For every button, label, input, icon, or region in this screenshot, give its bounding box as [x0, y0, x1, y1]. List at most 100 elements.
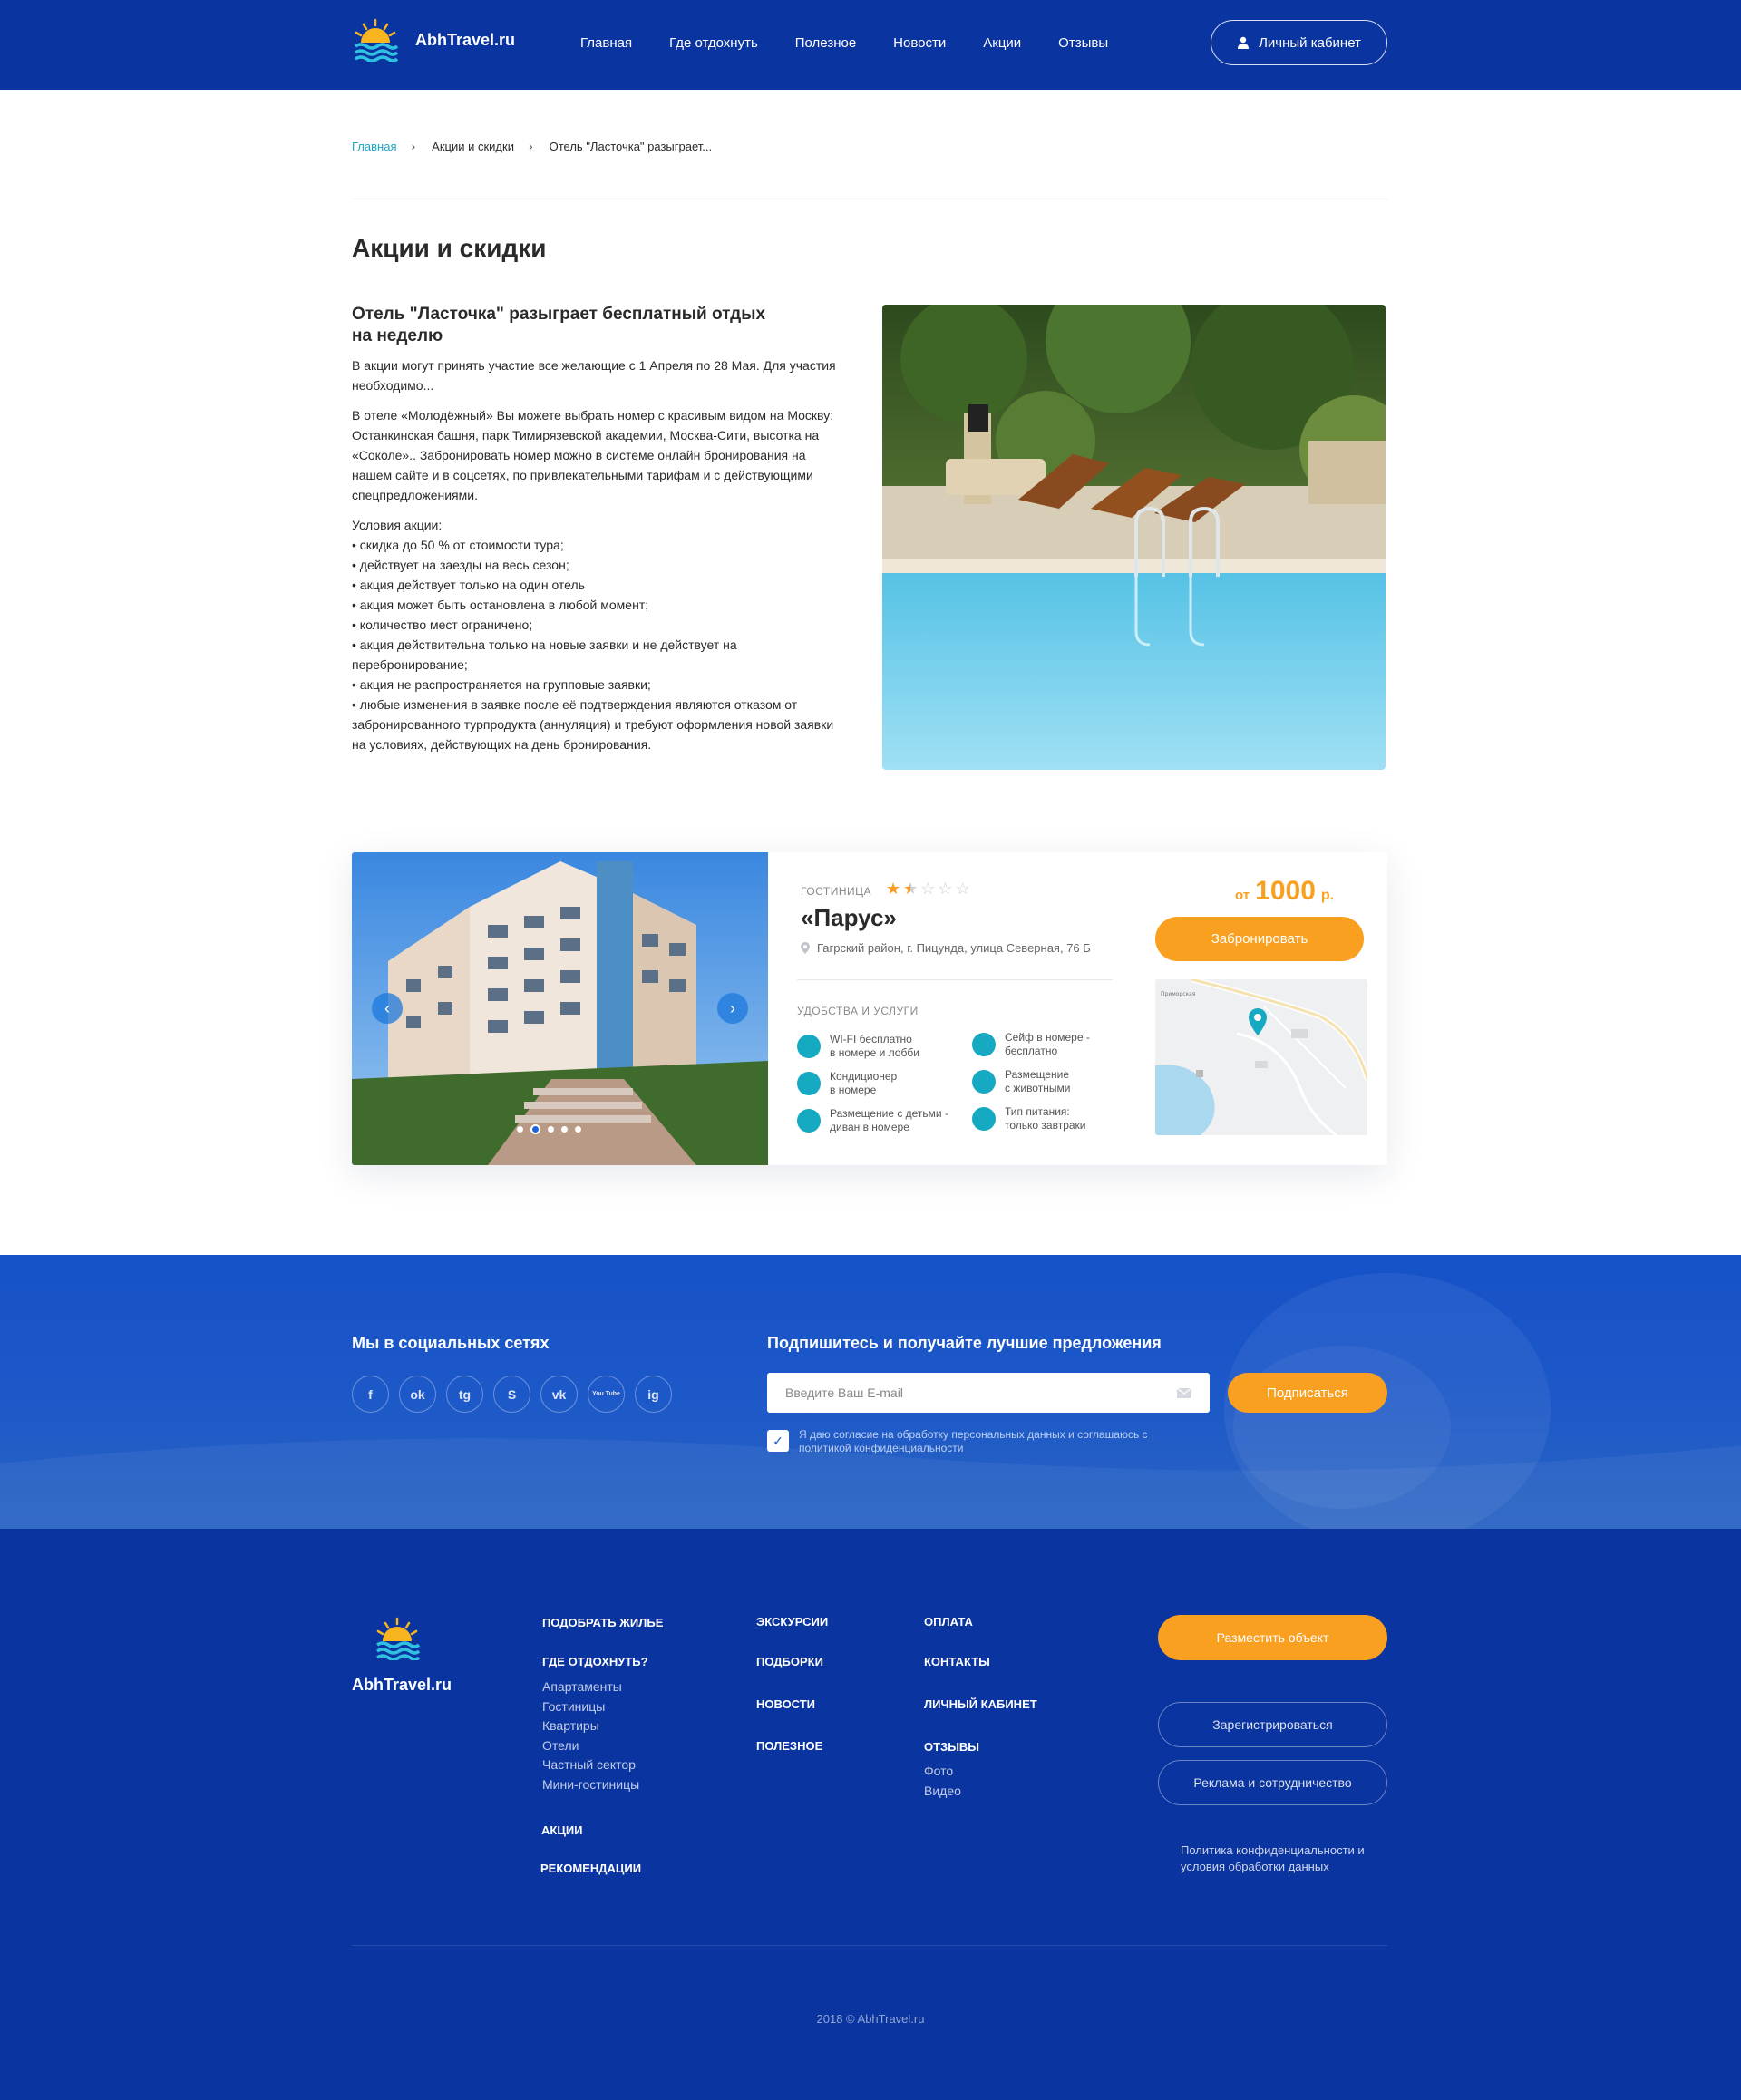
hotel-map[interactable]: Приморская	[1155, 979, 1367, 1135]
footer-link[interactable]: Отели	[542, 1736, 639, 1756]
consent-text: Я даю согласие на обработку персональных…	[799, 1428, 1148, 1454]
personal-cabinet-label: Личный кабинет	[1259, 34, 1361, 51]
footer-link-contacts[interactable]: КОНТАКТЫ	[924, 1655, 990, 1668]
slider-prev-button[interactable]: ‹	[372, 993, 403, 1024]
footer-link-payment[interactable]: ОПЛАТА	[924, 1615, 973, 1628]
facebook-icon[interactable]: f	[352, 1376, 389, 1413]
safe-icon	[972, 1033, 996, 1056]
condition-item: • акция действует только на один отель	[352, 578, 585, 592]
breadcrumb-section[interactable]: Акции и скидки	[432, 140, 514, 153]
footer-link[interactable]: Видео	[924, 1782, 961, 1802]
slider-next-button[interactable]: ›	[717, 993, 748, 1024]
vk-icon[interactable]: vk	[540, 1376, 578, 1413]
condition-item: • акция может быть остановлена в любой м…	[352, 598, 649, 612]
ads-button[interactable]: Реклама и сотрудничество	[1158, 1760, 1387, 1805]
consent-checkbox[interactable]: ✓	[767, 1430, 789, 1452]
price-value: 1000	[1255, 876, 1316, 906]
footer-link-promotions[interactable]: АКЦИИ	[541, 1823, 583, 1837]
amenity-wifi: WI-FI бесплатно в номере и лобби	[797, 1033, 919, 1060]
footer-link[interactable]: Частный сектор	[542, 1755, 639, 1775]
star-full-icon: ★	[886, 880, 901, 898]
slider-dots	[517, 1124, 581, 1134]
nav-home[interactable]: Главная	[580, 35, 632, 51]
condition-item: • акция не распространяется на групповые…	[352, 677, 651, 692]
footer-link[interactable]: Гостиницы	[542, 1697, 639, 1717]
footer-link-news[interactable]: НОВОСТИ	[756, 1697, 815, 1711]
register-button[interactable]: Зарегистрироваться	[1158, 1702, 1387, 1747]
footer-link-cabinet[interactable]: ЛИЧНЫЙ КАБИНЕТ	[924, 1697, 1037, 1711]
slider-dot[interactable]	[548, 1126, 554, 1133]
footer-link-excursions[interactable]: ЭКСКУРСИИ	[756, 1615, 828, 1628]
nav-where-to-rest[interactable]: Где отдохнуть	[669, 35, 758, 51]
footer-link-where-to-rest[interactable]: ГДЕ ОТДОХНУТЬ?	[542, 1655, 648, 1668]
subscribe-button[interactable]: Подписаться	[1228, 1373, 1387, 1413]
footer-logo[interactable]: AbhTravel.ru	[352, 1617, 452, 1695]
email-placeholder: Введите Ваш E-mail	[785, 1385, 903, 1400]
divider	[797, 979, 1113, 980]
place-object-button[interactable]: Разместить объект	[1158, 1615, 1387, 1660]
footer-link-collections[interactable]: ПОДБОРКИ	[756, 1655, 823, 1668]
hotel-name[interactable]: «Парус»	[801, 904, 897, 932]
condition-item: • акция действительна только на новые за…	[352, 637, 737, 672]
aircon-icon	[797, 1072, 821, 1095]
star-half-icon: ★	[903, 880, 919, 898]
condition-item: • любые изменения в заявке после её подт…	[352, 697, 834, 752]
hotel-price: от 1000 р.	[1235, 876, 1334, 907]
footer-link-reviews[interactable]: ОТЗЫВЫ	[924, 1740, 979, 1754]
hotel-card[interactable]: ‹ › ГОСТИНИЦА ★ ★ ☆ ☆ ☆ «Парус» Гагрский…	[352, 852, 1387, 1165]
footer-link-recommendations[interactable]: РЕКОМЕНДАЦИИ	[540, 1862, 641, 1875]
address-text: Гагрский район, г. Пицунда, улица Северн…	[817, 941, 1091, 955]
condition-item: • скидка до 50 % от стоимости тура;	[352, 538, 564, 552]
conditions-title: Условия акции:	[352, 518, 443, 532]
nav-useful[interactable]: Полезное	[795, 35, 856, 51]
subscribe-title: Подпишитесь и получайте лучшие предложен…	[767, 1334, 1162, 1352]
breadcrumb-home[interactable]: Главная	[352, 140, 396, 153]
book-button[interactable]: Забронировать	[1155, 917, 1364, 961]
amenity-pets: Размещение с животными	[972, 1068, 1070, 1095]
children-icon	[797, 1109, 821, 1133]
footer-link[interactable]: Апартаменты	[542, 1677, 639, 1697]
skype-icon[interactable]: S	[493, 1376, 530, 1413]
conditions-list: Условия акции: • скидка до 50 % от стоим…	[352, 515, 846, 754]
personal-cabinet-button[interactable]: Личный кабинет	[1211, 20, 1387, 65]
condition-item: • действует на заезды на весь сезон;	[352, 558, 569, 572]
amenity-meals: Тип питания: только завтраки	[972, 1105, 1086, 1133]
footer-link[interactable]: Квартиры	[542, 1716, 639, 1736]
amenity-children: Размещение с детьми - диван в номере	[797, 1107, 948, 1134]
telegram-icon[interactable]: tg	[446, 1376, 483, 1413]
site-name: AbhTravel.ru	[415, 30, 516, 49]
price-currency: р.	[1320, 888, 1335, 903]
sun-wave-logo-icon	[376, 1617, 421, 1661]
footer-link-useful[interactable]: ПОЛЕЗНОЕ	[756, 1739, 822, 1753]
nav-news[interactable]: Новости	[893, 35, 946, 51]
slider-dot[interactable]	[561, 1126, 568, 1133]
slider-dot[interactable]	[517, 1126, 523, 1133]
hotel-photo-slider[interactable]: ‹ ›	[352, 852, 768, 1165]
email-input[interactable]: Введите Ваш E-mail	[767, 1373, 1210, 1413]
footer-link[interactable]: Мини-гостиницы	[542, 1775, 639, 1795]
chevron-right-icon: ›	[528, 139, 533, 153]
logo[interactable]: AbhTravel.ru	[352, 18, 515, 62]
wifi-icon	[797, 1035, 821, 1058]
privacy-policy-link[interactable]: Политика конфиденциальности и условия об…	[1181, 1842, 1380, 1875]
nav-promotions[interactable]: Акции	[983, 35, 1021, 51]
subscribe-section: Мы в социальных сетях f ok tg S vk You T…	[0, 1255, 1741, 1529]
hotel-type: ГОСТИНИЦА	[801, 885, 872, 898]
slider-dot[interactable]	[575, 1126, 581, 1133]
footer-site-name: AbhTravel.ru	[352, 1676, 452, 1694]
instagram-icon[interactable]: ig	[635, 1376, 672, 1413]
footer-link[interactable]: Фото	[924, 1762, 961, 1782]
footer-link-find-housing[interactable]: ПОДОБРАТЬ ЖИЛЬЕ	[542, 1616, 663, 1629]
page-title: Акции и скидки	[352, 234, 547, 262]
price-prefix: от	[1235, 888, 1250, 903]
odnoklassniki-icon[interactable]: ok	[399, 1376, 436, 1413]
social-links: f ok tg S vk You Tube ig	[352, 1376, 672, 1413]
star-rating: ★ ★ ☆ ☆ ☆	[886, 880, 970, 899]
amenity-aircon: Кондиционер в номере	[797, 1070, 897, 1097]
slider-dot-active[interactable]	[530, 1124, 540, 1134]
main-nav: Главная Где отдохнуть Полезное Новости А…	[580, 35, 1145, 51]
nav-reviews[interactable]: Отзывы	[1058, 35, 1108, 51]
star-empty-icon: ☆	[955, 880, 970, 898]
star-empty-icon: ☆	[920, 880, 936, 898]
youtube-icon[interactable]: You Tube	[588, 1376, 625, 1413]
